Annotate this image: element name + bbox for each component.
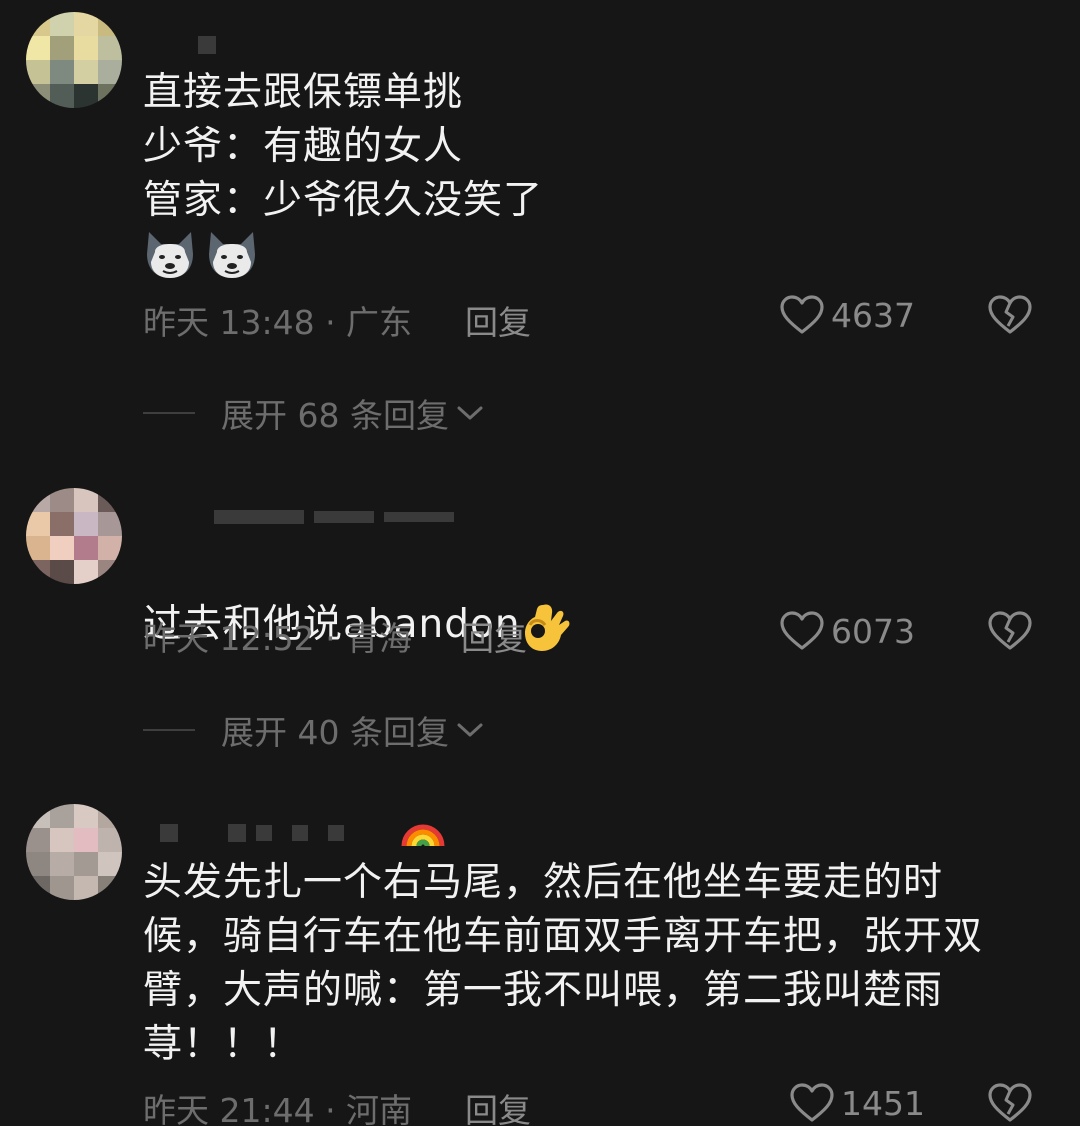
- heart-icon: [780, 611, 824, 650]
- husky-dog-emoji: [143, 228, 259, 280]
- expand-replies: 展开 68 条回复: [143, 390, 485, 436]
- username-obscured[interactable]: [144, 32, 216, 58]
- like-button[interactable]: 1451: [789, 1082, 925, 1124]
- husky-dog-icon: [209, 232, 255, 278]
- avatar[interactable]: [26, 12, 122, 108]
- time-location: 昨天 12:52 · 青海: [143, 619, 413, 658]
- heart-icon: [790, 1083, 834, 1122]
- divider-dash: [143, 729, 195, 731]
- like-count: 6073: [831, 611, 915, 651]
- expand-replies: 展开 40 条回复: [143, 707, 485, 753]
- comment-text: 直接去跟保镖单挑 少爷：有趣的女人 管家：少爷很久没笑了: [143, 70, 544, 223]
- username-obscured[interactable]: [144, 820, 446, 847]
- husky-dog-icon: [147, 232, 193, 278]
- comment-meta: 昨天 13:48 · 广东 回复 4637: [143, 294, 1043, 344]
- dislike-button[interactable]: [987, 610, 1033, 660]
- time-location: 昨天 13:48 · 广东: [143, 303, 413, 342]
- chevron-down-icon: [457, 723, 483, 737]
- comment-list: 直接去跟保镖单挑 少爷：有趣的女人 管家：少爷很久没笑了 昨天 13:48 · …: [0, 0, 1080, 1126]
- chevron-down-icon: [457, 406, 483, 420]
- broken-heart-icon: [988, 295, 1032, 334]
- reply-button[interactable]: 回复: [465, 1084, 531, 1126]
- comment-text: 头发先扎一个右马尾，然后在他坐车要走的时候，骑自行车在他车前面双手离开车把，张开…: [143, 860, 984, 1067]
- broken-heart-icon: [988, 611, 1032, 650]
- comment-meta: 昨天 21:44 · 河南 回复 1451: [143, 1082, 1043, 1126]
- expand-replies-button[interactable]: 展开 40 条回复: [221, 706, 485, 754]
- reply-button[interactable]: 回复: [465, 296, 531, 344]
- like-button[interactable]: 4637: [779, 294, 915, 336]
- avatar[interactable]: [26, 488, 122, 584]
- like-button[interactable]: 6073: [779, 610, 915, 652]
- like-count: 1451: [841, 1083, 925, 1123]
- expand-replies-label: 展开 68 条回复: [221, 396, 449, 435]
- dislike-button[interactable]: [987, 1082, 1033, 1126]
- reply-button[interactable]: 回复: [461, 612, 527, 660]
- avatar[interactable]: [26, 804, 122, 900]
- broken-heart-icon: [988, 1083, 1032, 1122]
- comment-meta: 昨天 12:52 · 青海 回复 6073: [143, 610, 1043, 660]
- expand-replies-button[interactable]: 展开 68 条回复: [221, 389, 485, 437]
- heart-icon: [780, 295, 824, 334]
- time-location: 昨天 21:44 · 河南: [143, 1091, 413, 1126]
- dislike-button[interactable]: [987, 294, 1033, 344]
- like-count: 4637: [831, 295, 915, 335]
- username-obscured[interactable]: [144, 504, 454, 530]
- expand-replies-label: 展开 40 条回复: [221, 713, 449, 752]
- divider-dash: [143, 412, 195, 414]
- rainbow-icon: [401, 824, 445, 847]
